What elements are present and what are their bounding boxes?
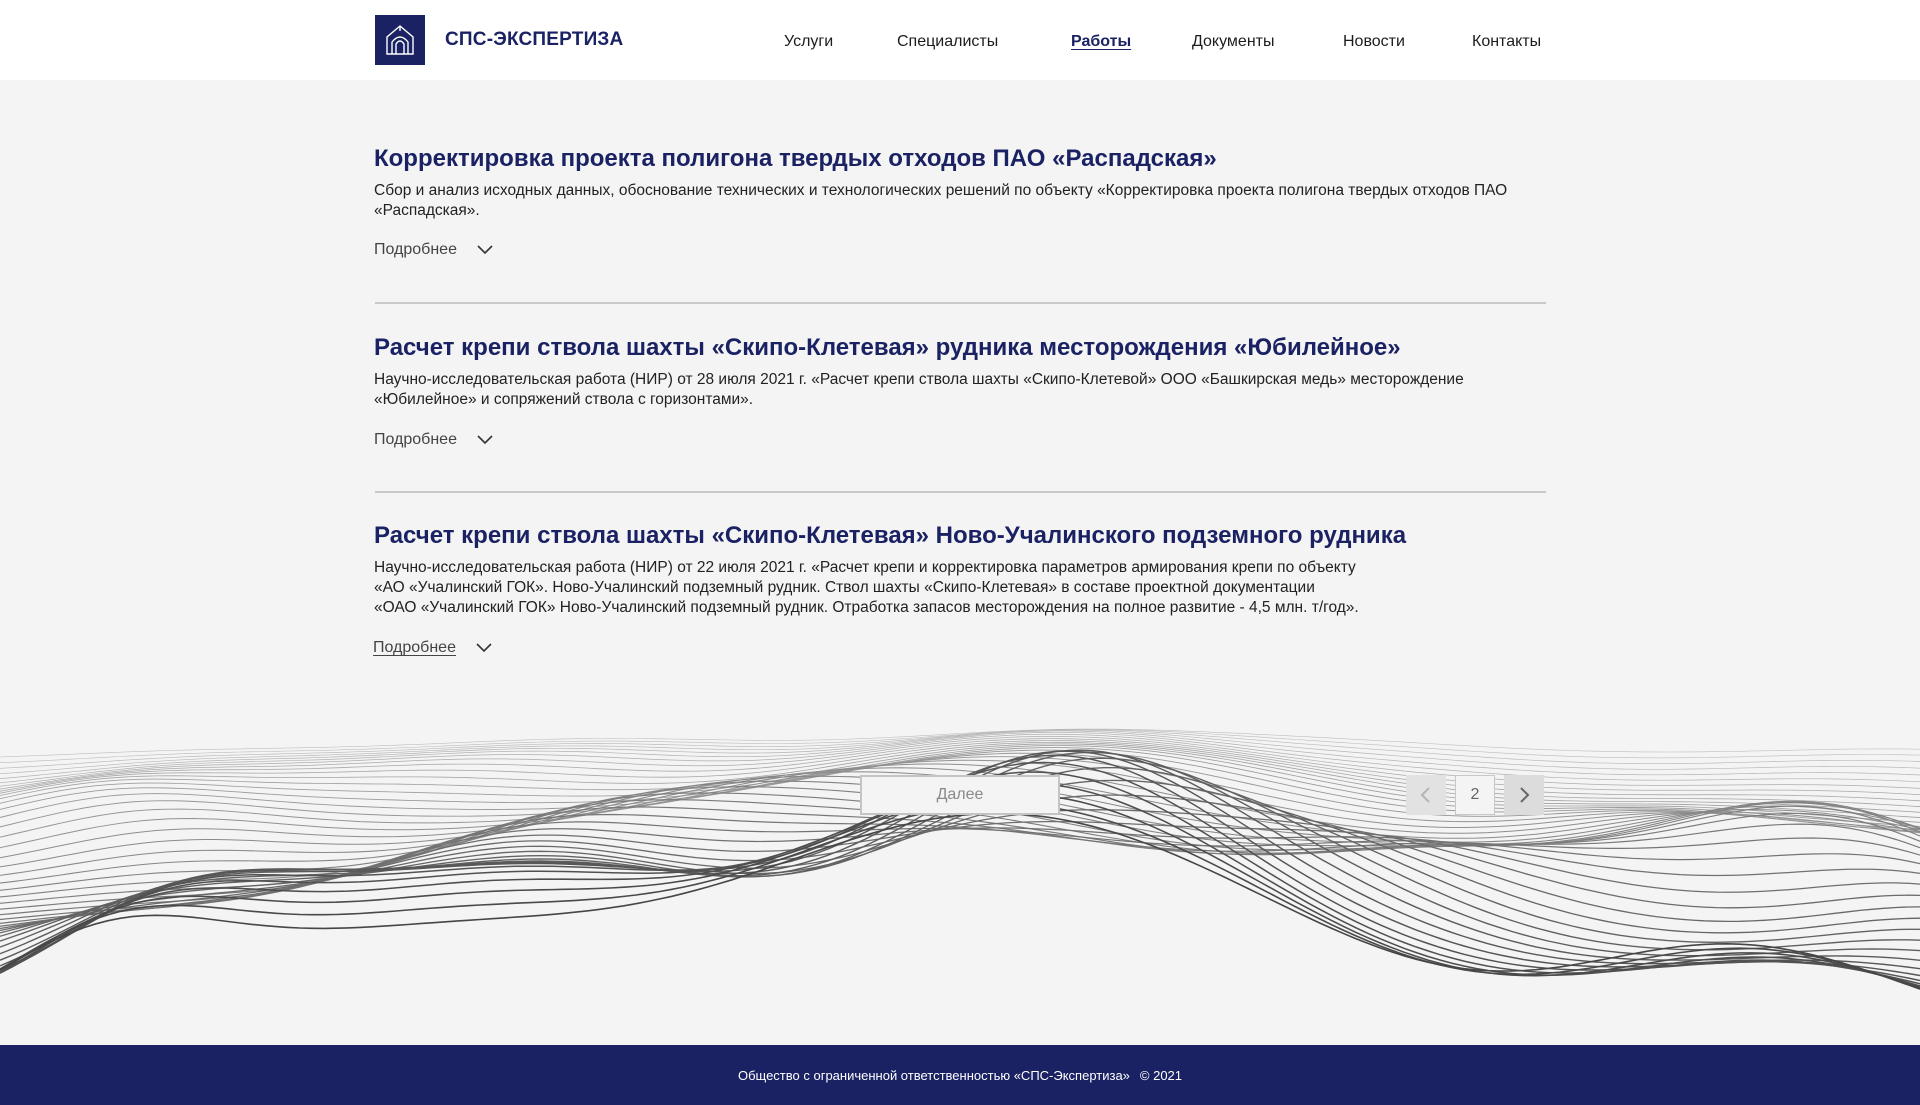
work-description: Научно-исследовательская работа (НИР) от… (374, 371, 1464, 408)
description-line: «АО «Учалинский ГОК». Ново-Учалинский по… (374, 579, 1315, 596)
work-title[interactable]: Корректировка проекта полигона твердых о… (374, 144, 1546, 174)
more-toggle[interactable]: Подробнее (374, 431, 493, 449)
divider (375, 491, 1546, 493)
more-toggle[interactable]: Подробнее (373, 639, 492, 657)
main-nav: Услуги Специалисты Работы Документы Ново… (0, 33, 1920, 57)
footer-copyright: © 2021 (1139, 1067, 1183, 1083)
chevron-right-icon (1520, 787, 1530, 803)
load-more-button[interactable]: Далее (860, 775, 1060, 815)
more-toggle[interactable]: Подробнее (374, 241, 493, 259)
page-number-current[interactable]: 2 (1455, 775, 1495, 815)
work-description: Сбор и анализ исходных данных, обоснован… (374, 182, 1508, 219)
mountain-waves-illustration (0, 728, 1920, 990)
prev-page-button[interactable] (1406, 775, 1446, 815)
more-label: Подробнее (374, 431, 457, 448)
more-label: Подробнее (373, 639, 456, 656)
chevron-down-icon (476, 643, 492, 653)
divider (375, 302, 1546, 304)
site-header: СПС-ЭКСПЕРТИЗА Услуги Специалисты Работы… (0, 0, 1920, 80)
description-line: «ОАО «Учалинский ГОК» Ново-Учалинский по… (374, 599, 1359, 616)
wave-line (0, 729, 1920, 769)
nav-item-services[interactable]: Услуги (784, 33, 833, 51)
work-item: Корректировка проекта полигона твердых о… (374, 144, 1546, 221)
work-title[interactable]: Расчет крепи ствола шахты «Скипо-Клетева… (374, 521, 1546, 551)
site-footer: Общество с ограниченной ответственностью… (0, 1045, 1920, 1105)
nav-item-news[interactable]: Новости (1343, 33, 1405, 51)
chevron-down-icon (477, 435, 493, 445)
nav-item-contacts[interactable]: Контакты (1472, 33, 1541, 51)
nav-item-works[interactable]: Работы (1071, 33, 1131, 51)
nav-item-specialists[interactable]: Специалисты (897, 33, 998, 51)
work-description: Научно-исследовательская работа (НИР) от… (374, 558, 1546, 618)
wave-line (0, 821, 1920, 925)
chevron-left-icon (1420, 787, 1430, 803)
next-page-button[interactable] (1504, 775, 1544, 815)
work-item: Расчет крепи ствола шахты «Скипо-Клетева… (374, 521, 1546, 618)
nav-item-documents[interactable]: Документы (1192, 33, 1274, 51)
description-line: Научно-исследовательская работа (НИР) от… (374, 559, 1356, 576)
more-label: Подробнее (374, 241, 457, 258)
wave-line (0, 813, 1920, 921)
work-item: Расчет крепи ствола шахты «Скипо-Клетева… (374, 333, 1546, 410)
footer-company: Общество с ограниченной ответственностью… (737, 1067, 1130, 1083)
chevron-down-icon (477, 245, 493, 255)
work-title[interactable]: Расчет крепи ствола шахты «Скипо-Клетева… (374, 333, 1546, 363)
